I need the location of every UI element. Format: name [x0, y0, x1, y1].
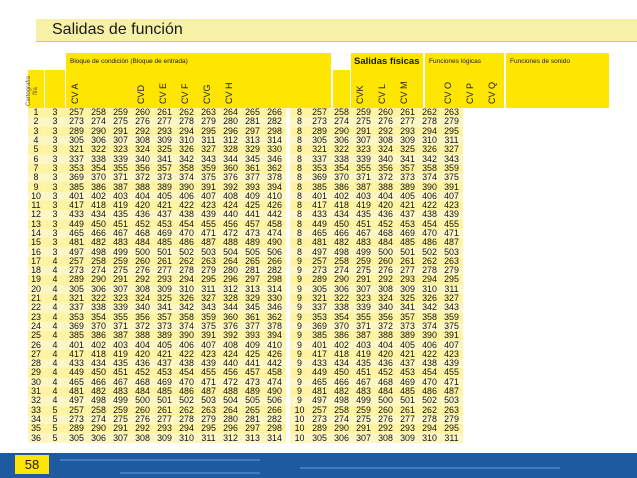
- table-cell: 374: [175, 173, 198, 183]
- table-cell: 311: [440, 433, 463, 443]
- table-cell: 292: [131, 424, 154, 434]
- condicion-col-label: CV E: [158, 82, 168, 104]
- table-cell: 306: [87, 433, 110, 443]
- table-cell: 295: [197, 424, 220, 434]
- label-block-condicion: Bloque de condición (Bloque de entrada): [70, 58, 188, 65]
- label-funciones-logicas: Funciones lógicas: [429, 58, 482, 65]
- condicion-col-label: CV F: [180, 83, 190, 104]
- table-cell: 375: [440, 173, 463, 183]
- table-cell: 309: [153, 433, 176, 443]
- table-cell: 306: [330, 433, 353, 443]
- table-cell: 312: [219, 433, 242, 443]
- table-cell: 290: [330, 424, 353, 434]
- condicion-col-label: CVG: [202, 84, 212, 104]
- table-cell: 294: [175, 424, 198, 434]
- footer-band: [0, 453, 637, 478]
- table-cell: 373: [396, 173, 419, 183]
- table-cell: 291: [352, 424, 375, 434]
- table-cell: 289: [308, 424, 331, 434]
- condicion-col-label: CVD: [136, 84, 146, 104]
- page-number: 58: [15, 455, 49, 474]
- table-cell: 372: [374, 173, 397, 183]
- title-bar: Salidas de función: [0, 0, 637, 44]
- condicion-col-label: CV A: [70, 83, 80, 104]
- salida-col-label: CV M: [399, 81, 409, 105]
- label-funciones-sonido: Funciones de sonido: [510, 58, 570, 65]
- table-cell: 378: [263, 173, 286, 183]
- table-cell: 294: [418, 424, 441, 434]
- page-title: Salidas de función: [52, 21, 183, 38]
- salida-col-label: CV P: [465, 82, 475, 104]
- table-cell: 36: [28, 433, 45, 443]
- table-cell: 313: [241, 433, 264, 443]
- table-cell: 373: [153, 173, 176, 183]
- col-label-cartografia: Cartografía fila: [26, 76, 39, 107]
- table-cell: 292: [374, 424, 397, 434]
- table-cell: 8: [28, 173, 45, 183]
- table-cell: 10: [290, 433, 309, 443]
- table-cell: 305: [308, 433, 331, 443]
- table-cell: 298: [263, 424, 286, 434]
- table-cell: 311: [197, 433, 220, 443]
- table-row: 36 5 305 306 307 308 309 310 311 312 313 314 10 305 30…: [28, 433, 463, 443]
- table-cell: 372: [131, 173, 154, 183]
- table-cell: 371: [109, 173, 132, 183]
- table-cell: 293: [153, 424, 176, 434]
- table-row: 35 5 289 290 291 292 293 294 295 296 297 298 10 289 29…: [28, 424, 463, 434]
- data-table: 1 3 257 258 259 260 261 262 263 264 265 266 8 257 258 2…: [28, 107, 463, 443]
- table-cell: 5: [44, 424, 66, 434]
- table-cell: 290: [87, 424, 110, 434]
- table-cell: 369: [65, 173, 88, 183]
- table-cell: 377: [241, 173, 264, 183]
- title-underline: [36, 41, 637, 42]
- table-cell: 5: [44, 433, 66, 443]
- table-cell: 370: [330, 173, 353, 183]
- table-cell: 307: [352, 433, 375, 443]
- table-cell: 308: [374, 433, 397, 443]
- table-cell: 289: [65, 424, 88, 434]
- salida-col-label: CV O: [443, 81, 453, 104]
- table-cell: 305: [65, 433, 88, 443]
- table-cell: 310: [418, 433, 441, 443]
- table-cell: 293: [396, 424, 419, 434]
- table-cell: 370: [87, 173, 110, 183]
- table-cell: 291: [109, 424, 132, 434]
- table-cell: 296: [219, 424, 242, 434]
- label-salidas-fisicas: Salidas físicas: [354, 56, 420, 67]
- table-cell: 314: [263, 433, 286, 443]
- table-cell: 371: [352, 173, 375, 183]
- table-cell: 307: [109, 433, 132, 443]
- condicion-col-label: CV H: [224, 82, 234, 104]
- salida-col-label: CV Q: [487, 81, 497, 104]
- table-cell: 35: [28, 424, 45, 434]
- table-cell: 374: [418, 173, 441, 183]
- table-cell: 369: [308, 173, 331, 183]
- table-cell: 3: [44, 173, 66, 183]
- table-cell: 375: [197, 173, 220, 183]
- table-cell: 376: [219, 173, 242, 183]
- table-cell: 310: [175, 433, 198, 443]
- salida-col-label: CVK: [355, 85, 365, 104]
- table-cell: 8: [290, 173, 309, 183]
- table-cell: 309: [396, 433, 419, 443]
- table-cell: 10: [290, 424, 309, 434]
- table-cell: 295: [440, 424, 463, 434]
- table-cell: 297: [241, 424, 264, 434]
- header-col-2: [45, 70, 65, 108]
- table-cell: 308: [131, 433, 154, 443]
- table-row: 8 3 369 370 371 372 373 374 375 376 377 378 8 369 370 3…: [28, 173, 463, 183]
- salida-col-label: CV L: [377, 83, 387, 104]
- header-col-8: [333, 70, 350, 108]
